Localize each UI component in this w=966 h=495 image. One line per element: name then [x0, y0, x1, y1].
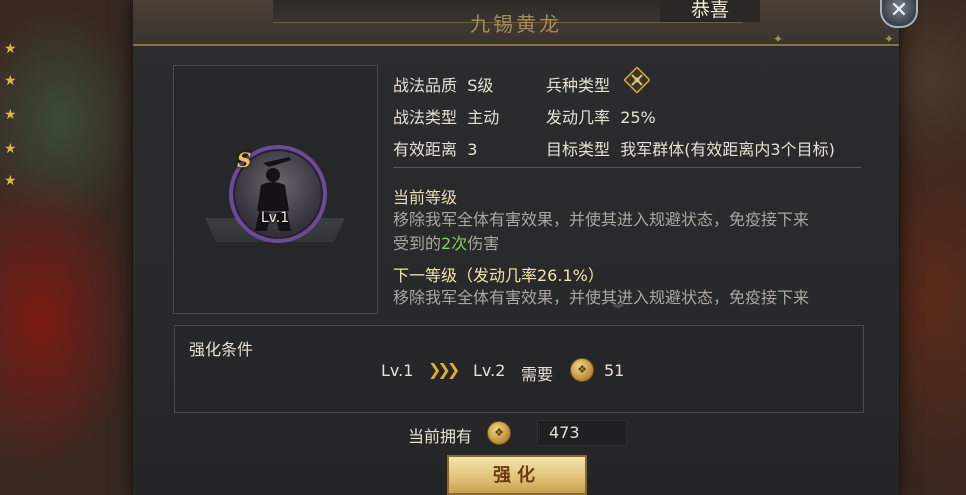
grade-badge: S [237, 148, 252, 172]
star-icon: ★ [4, 41, 17, 57]
star-icon: ★ [4, 173, 17, 189]
current-level-desc-line2: 受到的2次伤害 [393, 234, 500, 253]
attr-target: 目标类型 我军群体(有效距离内3个目标) [546, 140, 835, 159]
star-icon: ★ [4, 107, 17, 123]
divider [393, 167, 861, 168]
skill-point-icon: ❖ [487, 421, 511, 445]
attr-type: 战法类型 主动 [393, 108, 500, 127]
upgrade-conditions-panel [174, 325, 864, 413]
congrats-banner: 恭喜 [660, 0, 760, 22]
next-level-title: 下一等级（发动几率26.1%） [393, 266, 604, 285]
corner-ornament-icon: ✦ [884, 32, 895, 46]
need-label: 需要 [521, 365, 554, 384]
attr-troop-type: 兵种类型 [546, 76, 611, 95]
troop-type-icon [624, 67, 650, 93]
upgrade-button[interactable]: 强化 [447, 455, 587, 495]
to-level: Lv.2 [473, 361, 506, 380]
skill-point-icon: ❖ [570, 358, 594, 382]
current-level-title: 当前等级 [393, 188, 458, 207]
from-level: Lv.1 [381, 361, 414, 380]
level-badge: Lv.1 [260, 210, 290, 226]
close-icon: ✕ [889, 0, 909, 23]
owned-label: 当前拥有 [408, 427, 473, 446]
attr-quality: 战法品质 S级 [393, 76, 494, 95]
upgrade-cost: 51 [604, 361, 625, 380]
dialog-title: 九锡黄龙 [470, 12, 562, 36]
corner-ornament-icon: ✦ [773, 32, 784, 46]
current-level-desc-line1: 移除我军全体有害效果，并使其进入规避状态，免疫接下来 [393, 210, 810, 229]
star-icon: ★ [4, 141, 17, 157]
chevrons-right-icon: ❯❯❯ [428, 360, 460, 379]
star-icon: ★ [4, 73, 17, 89]
attr-range: 有效距离 3 [393, 140, 478, 159]
next-level-desc-line1: 移除我军全体有害效果，并使其进入规避状态，免疫接下来 [393, 288, 810, 307]
owned-value: 473 [549, 423, 580, 442]
hit-count-highlight: 2次 [441, 234, 468, 253]
upgrade-conditions-title: 强化条件 [189, 340, 254, 359]
attr-trigger-rate: 发动几率 25% [546, 108, 656, 127]
scroll-down-icon[interactable]: ︾ [612, 300, 624, 317]
